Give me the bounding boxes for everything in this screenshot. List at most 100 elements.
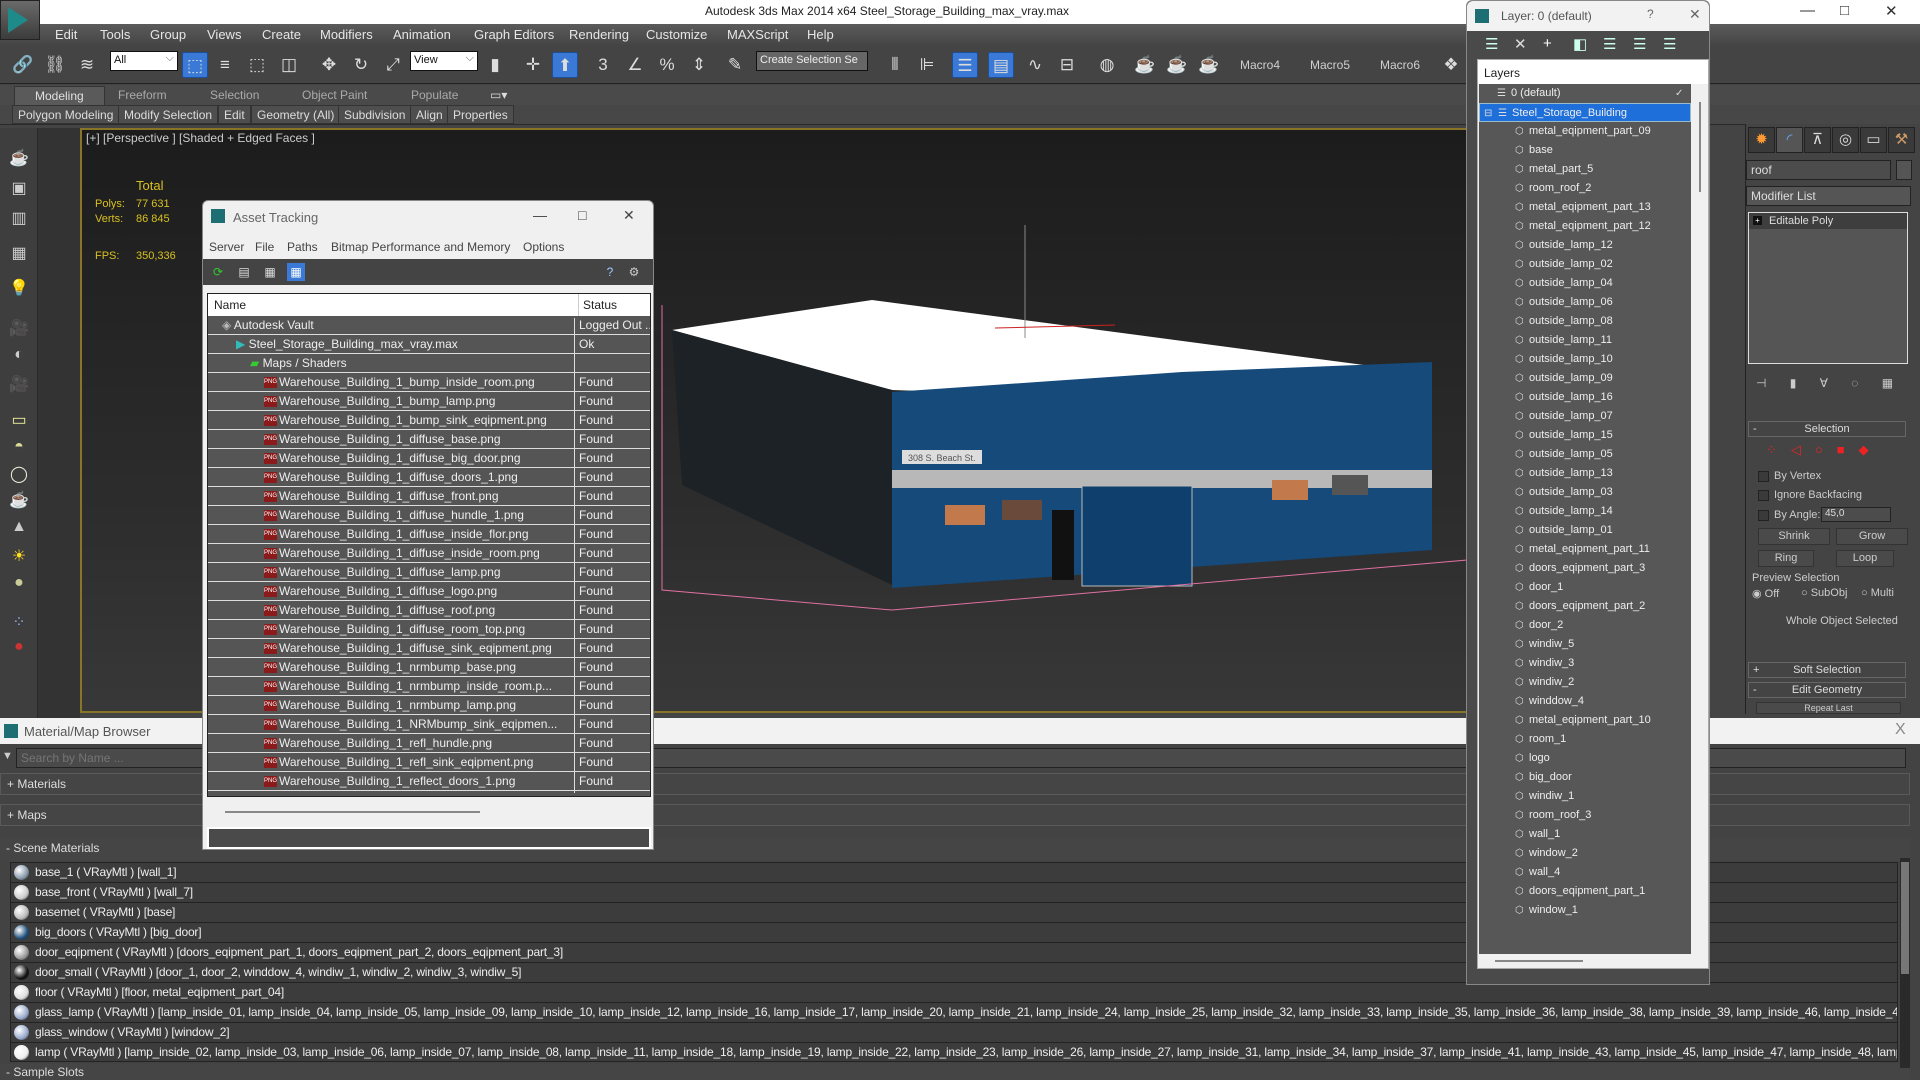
render-setup-icon[interactable]: ☕ <box>1132 52 1158 78</box>
macro6-button[interactable]: Macro6 <box>1380 58 1420 72</box>
add-to-layer-icon[interactable]: + <box>1543 35 1552 52</box>
layer-object-item[interactable]: ⬡ doors_eqipment_part_2 <box>1479 597 1691 616</box>
vray-camera-icon[interactable]: 🎥 <box>7 374 31 396</box>
asset-menu-server[interactable]: Server <box>209 240 244 254</box>
repeat-last-button[interactable]: Repeat Last <box>1756 702 1901 714</box>
tree-view-icon[interactable]: ▦ <box>261 263 279 281</box>
layer-object-item[interactable]: ⬡ window_2 <box>1479 844 1691 863</box>
asset-row[interactable]: PNG Warehouse_Building_1_reflect_doors_1.… <box>208 772 650 793</box>
dome-light-icon[interactable]: ◓ <box>7 438 31 460</box>
layer-item[interactable]: ☰ Steel_Storage_Building ⊟ <box>1479 103 1691 122</box>
angle-spinner[interactable]: 45,0 <box>1821 507 1891 522</box>
display-tab-icon[interactable]: ▭ <box>1860 127 1887 153</box>
selection-filter-dropdown[interactable]: All <box>110 51 178 71</box>
column-status[interactable]: Status <box>578 294 617 316</box>
menu-tools[interactable]: Tools <box>100 27 130 42</box>
panel-subdivision[interactable]: Subdivision <box>338 105 412 124</box>
asset-horizontal-scrollbar[interactable] <box>207 803 651 821</box>
preview-subobj-radio[interactable]: ○ SubObj <box>1801 587 1847 599</box>
snaps-toggle-icon[interactable]: 3 <box>590 52 616 78</box>
viewport-label[interactable]: [+] [Perspective ] [Shaded + Edged Faces… <box>86 131 315 145</box>
layer-object-item[interactable]: ⬡ outside_lamp_10 <box>1479 350 1691 369</box>
hierarchy-tab-icon[interactable]: ⊼ <box>1804 127 1831 153</box>
list-view-icon[interactable]: ▤ <box>235 263 253 281</box>
select-objects-icon[interactable]: ◧ <box>1573 35 1587 53</box>
sphere-light-icon[interactable]: ◯ <box>7 464 31 486</box>
menu-customize[interactable]: Customize <box>646 27 707 42</box>
motion-tab-icon[interactable]: ◎ <box>1832 127 1859 153</box>
by-vertex-checkbox[interactable]: By Vertex <box>1758 470 1821 482</box>
layer-object-item[interactable]: ⬡ outside_lamp_01 <box>1479 521 1691 540</box>
curve-editor-icon[interactable]: ∿ <box>1022 52 1048 78</box>
selection-rollout-header[interactable]: - Selection <box>1748 421 1906 437</box>
layer-object-item[interactable]: ⬡ windiw_3 <box>1479 654 1691 673</box>
layer-object-item[interactable]: ⬡ outside_lamp_07 <box>1479 407 1691 426</box>
asset-row[interactable]: PNG Warehouse_Building_1_diffuse_logo.png… <box>208 582 650 603</box>
layer-horizontal-scrollbar[interactable] <box>1479 955 1691 967</box>
render-icon[interactable]: ▣ <box>7 178 31 200</box>
select-object-icon[interactable]: ⬚ <box>182 52 208 78</box>
menu-maxscript[interactable]: MAXScript <box>727 27 788 42</box>
asset-row[interactable]: PNG Warehouse_Building_1_nrmbump_inside_r… <box>208 677 650 698</box>
loop-button[interactable]: Loop <box>1836 550 1894 567</box>
layer-object-item[interactable]: ⬡ windiw_2 <box>1479 673 1691 692</box>
menu-edit[interactable]: Edit <box>55 27 77 42</box>
layer-object-item[interactable]: ⬡ doors_eqipment_part_3 <box>1479 559 1691 578</box>
menu-group[interactable]: Group <box>150 27 186 42</box>
layer-object-item[interactable]: ⬡ outside_lamp_04 <box>1479 274 1691 293</box>
edit-named-selection-icon[interactable]: ✎ <box>722 52 748 78</box>
ignore-backfacing-checkbox[interactable]: Ignore Backfacing <box>1758 489 1862 501</box>
link-icon[interactable]: 🔗 <box>10 52 36 78</box>
layer-object-item[interactable]: ⬡ winddow_4 <box>1479 692 1691 711</box>
asset-row[interactable]: PNG Warehouse_Building_1_diffuse_base.png… <box>208 430 650 451</box>
ring-button[interactable]: Ring <box>1758 550 1814 567</box>
settings-icon[interactable]: ⚙ <box>625 263 643 281</box>
asset-maximize-button[interactable]: □ <box>578 207 586 223</box>
expand-icon[interactable]: + <box>1753 216 1762 225</box>
asset-menu-bitmap-performance[interactable]: Bitmap Performance and Memory <box>331 240 510 254</box>
layer-object-item[interactable]: ⬡ wall_4 <box>1479 863 1691 882</box>
asset-row[interactable]: ◈ Autodesk Vault Logged Out ... <box>208 316 650 337</box>
move-icon[interactable]: ✥ <box>316 52 342 78</box>
asset-row[interactable]: PNG Warehouse_Building_1_diffuse_sink_eqi… <box>208 639 650 660</box>
scene-material-item[interactable]: lamp ( VRayMtl ) [lamp_inside_02, lamp_i… <box>11 1043 1897 1061</box>
layer-object-item[interactable]: ⬡ metal_eqipment_part_10 <box>1479 711 1691 730</box>
mirror-icon[interactable]: ⫴ <box>882 52 908 78</box>
layer-manager-icon[interactable]: ☰ <box>952 52 978 78</box>
unlink-icon[interactable]: ⛓ <box>42 52 68 78</box>
scene-explorer-icon[interactable]: ▤ <box>988 52 1014 78</box>
asset-row[interactable]: PNG Warehouse_Building_1_diffuse_inside_f… <box>208 525 650 546</box>
asset-row[interactable]: ▶ Steel_Storage_Building_max_vray.max Ok <box>208 335 650 356</box>
minimize-button[interactable]: — <box>1800 2 1815 19</box>
asset-row[interactable]: PNG Warehouse_Building_1_bump_lamp.png Fou… <box>208 392 650 413</box>
align-icon[interactable]: ⊫ <box>914 52 940 78</box>
asset-menu-paths[interactable]: Paths <box>287 240 318 254</box>
asset-row[interactable]: PNG Warehouse_Building_1_diffuse_room_top… <box>208 620 650 641</box>
help-icon[interactable]: ? <box>601 263 619 281</box>
ies-light-icon[interactable]: ▲ <box>7 518 31 540</box>
mmb-close-button[interactable]: X <box>1895 721 1906 739</box>
asset-row[interactable]: ▰ Maps / Shaders <box>208 354 650 375</box>
teapot-icon[interactable]: ☕ <box>7 148 31 170</box>
menu-create[interactable]: Create <box>262 27 301 42</box>
rendered-frame-window-icon[interactable]: ☕ <box>1164 52 1190 78</box>
reference-coordinate-dropdown[interactable]: View <box>410 51 478 71</box>
collapse-icon[interactable]: ⊟ <box>1484 104 1492 123</box>
layer-object-item[interactable]: ⬡ outside_lamp_14 <box>1479 502 1691 521</box>
scene-material-item[interactable]: floor ( VRayMtl ) [floor, metal_eqipment… <box>11 983 1897 1003</box>
panel-icon[interactable]: ▥ <box>7 208 31 230</box>
highlight-layer-icon[interactable]: ☰ <box>1603 35 1616 53</box>
shrink-button[interactable]: Shrink <box>1758 528 1830 545</box>
layer-object-item[interactable]: ⬡ door_1 <box>1479 578 1691 597</box>
panel-align[interactable]: Align <box>410 105 449 124</box>
sun-icon[interactable]: ☀ <box>7 546 31 568</box>
layer-object-item[interactable]: ⬡ metal_eqipment_part_11 <box>1479 540 1691 559</box>
grow-button[interactable]: Grow <box>1836 528 1908 545</box>
layer-object-item[interactable]: ⬡ outside_lamp_11 <box>1479 331 1691 350</box>
asset-row[interactable]: PNG Warehouse_Building_1_nrmbump_lamp.png… <box>208 696 650 717</box>
layer-object-item[interactable]: ⬡ wall_1 <box>1479 825 1691 844</box>
material-editor-icon[interactable]: ◍ <box>1094 52 1120 78</box>
utilities-tab-icon[interactable]: ⚒ <box>1888 127 1915 153</box>
bind-space-warp-icon[interactable]: ≋ <box>74 52 100 78</box>
menu-modifiers[interactable]: Modifiers <box>320 27 373 42</box>
